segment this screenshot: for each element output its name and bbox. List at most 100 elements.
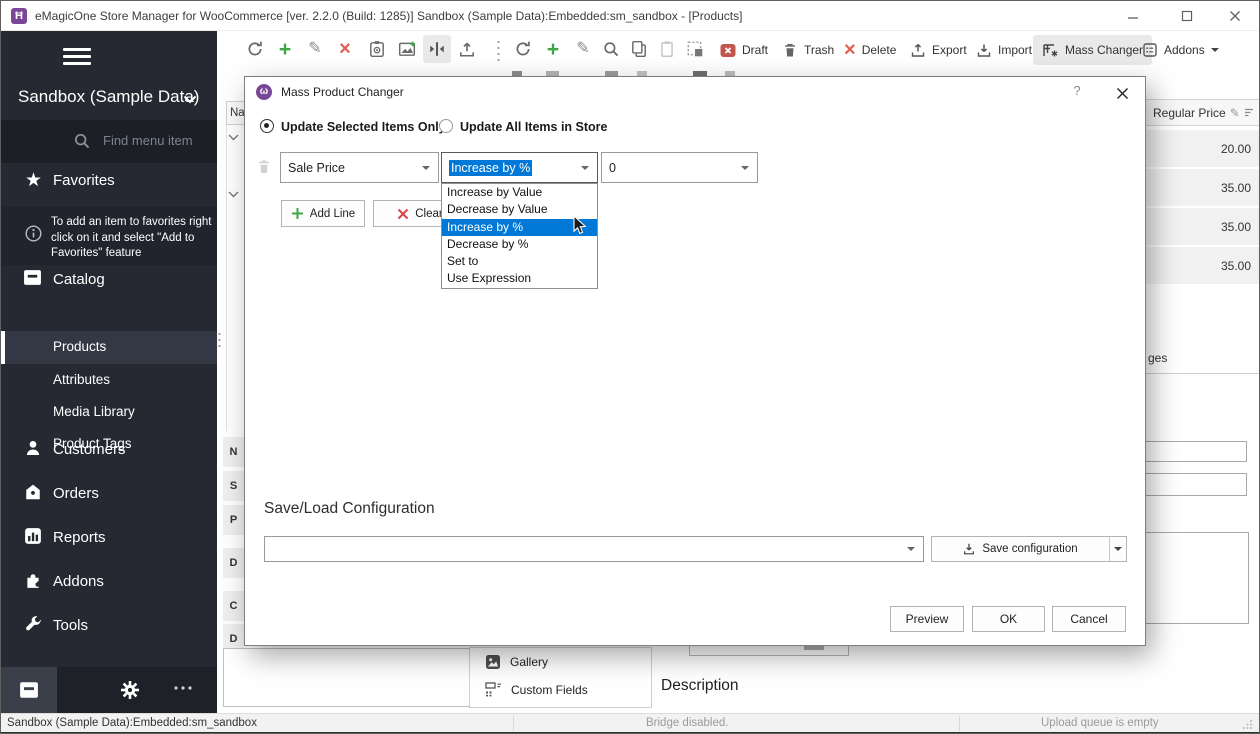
maximize-button[interactable] <box>1167 1 1207 31</box>
paste-button[interactable] <box>653 35 681 63</box>
add-line-button[interactable]: Add Line <box>281 200 365 227</box>
save-download-icon <box>962 542 976 556</box>
chevron-down-icon <box>183 95 197 104</box>
gallery-icon <box>485 654 501 670</box>
export-label: Export <box>932 43 967 57</box>
upload-button[interactable] <box>453 35 481 63</box>
add-button[interactable]: + <box>271 35 299 63</box>
catalog-mode-button[interactable] <box>1 667 57 713</box>
toolbar-separator <box>497 39 500 63</box>
sidebar-item-attributes[interactable]: Attributes <box>1 364 217 396</box>
refresh-button-2[interactable] <box>509 35 537 63</box>
chevron-down-icon <box>1114 547 1122 551</box>
import-button[interactable]: Import <box>967 35 1041 65</box>
mass-changer-icon <box>1042 42 1059 58</box>
gallery-item[interactable]: Gallery <box>485 654 548 670</box>
draft-icon <box>720 43 736 58</box>
columns-button[interactable] <box>423 35 451 63</box>
copy-button[interactable] <box>625 35 653 63</box>
dialog-help-button[interactable]: ? <box>1068 83 1086 101</box>
cancel-button[interactable]: Cancel <box>1052 606 1126 632</box>
radio-update-selected[interactable] <box>260 119 274 133</box>
tree-expand-icon[interactable] <box>228 134 239 141</box>
select-region-button[interactable] <box>681 35 709 63</box>
favorites-hint-text: To add an item to favorites right click … <box>51 215 213 262</box>
tools-wrench-icon <box>24 615 42 633</box>
close-button[interactable] <box>1215 1 1255 31</box>
amount-combobox[interactable]: 0 <box>601 152 758 183</box>
sort-icon <box>1244 108 1254 117</box>
dropdown-option[interactable]: Increase by Value <box>442 184 597 201</box>
ok-button[interactable]: OK <box>972 606 1045 632</box>
image-edit-button[interactable] <box>393 35 421 63</box>
gear-icon <box>119 679 141 701</box>
amount-combobox-value: 0 <box>609 161 616 175</box>
status-upload-queue: Upload queue is empty <box>1041 714 1159 733</box>
edit-button-2[interactable]: ✎ <box>569 35 597 63</box>
orders-label: Orders <box>53 485 99 502</box>
preview-button[interactable]: Preview <box>890 606 964 632</box>
refresh-button[interactable] <box>241 35 269 63</box>
menu-search[interactable]: Find menu item <box>1 120 217 163</box>
table-cell-price: 20.00 <box>1146 130 1260 167</box>
custom-fields-icon <box>485 682 502 697</box>
radio-update-all[interactable] <box>439 119 453 133</box>
delete-button[interactable]: × Delete <box>835 35 905 65</box>
hamburger-icon <box>63 48 91 51</box>
text-field[interactable] <box>1139 473 1247 496</box>
addons-puzzle-icon <box>24 571 42 589</box>
save-configuration-button[interactable]: Save configuration <box>931 536 1127 562</box>
add-button-2[interactable]: + <box>539 35 567 63</box>
trash-button[interactable]: Trash <box>773 35 843 65</box>
dialog-close-button[interactable] <box>1113 84 1131 102</box>
window-title: eMagicOne Store Manager for WooCommerce … <box>35 1 742 31</box>
addons-label: Addons <box>53 573 104 590</box>
customers-label: Customers <box>53 441 126 458</box>
delete-label: Delete <box>862 43 897 57</box>
configuration-combobox[interactable] <box>264 536 924 562</box>
products-label: Products <box>53 339 106 354</box>
clipped-fragment <box>804 646 824 650</box>
search-button[interactable] <box>597 35 625 63</box>
save-configuration-split-arrow[interactable] <box>1109 537 1126 561</box>
empty-panel <box>223 648 479 707</box>
regular-price-column-header[interactable]: Regular Price ✎ <box>1146 99 1260 126</box>
import-label: Import <box>998 43 1032 57</box>
sidebar-item-media-library[interactable]: Media Library <box>1 396 217 428</box>
hamburger-menu-button[interactable] <box>63 44 91 69</box>
dialog-title: Mass Product Changer <box>281 77 404 107</box>
edit-button[interactable]: ✎ <box>301 35 329 63</box>
resize-grip-icon[interactable] <box>1243 719 1253 729</box>
minimize-button[interactable] <box>1113 1 1153 31</box>
splitter-handle[interactable] <box>218 331 221 351</box>
tab-label-partial[interactable]: ges <box>1148 351 1167 365</box>
title-bar: Ħ eMagicOne Store Manager for WooCommerc… <box>1 1 1259 31</box>
paste-icon <box>658 40 676 58</box>
dropdown-option[interactable]: Decrease by % <box>442 236 597 253</box>
more-options-button[interactable] <box>173 685 193 691</box>
delete-row-button[interactable]: × <box>331 35 359 63</box>
chevron-down-icon <box>1211 48 1219 52</box>
draft-button[interactable]: Draft <box>711 35 777 65</box>
table-row: S <box>223 471 244 501</box>
custom-fields-item[interactable]: Custom Fields <box>485 682 588 697</box>
operation-combobox[interactable]: Increase by % <box>441 152 598 183</box>
catalog-label: Catalog <box>53 271 105 288</box>
preview-clipboard-button[interactable] <box>363 35 391 63</box>
settings-button[interactable] <box>119 679 141 701</box>
textarea-field[interactable] <box>1139 532 1249 624</box>
sidebar-item-products[interactable]: Products <box>1 331 217 364</box>
text-field[interactable] <box>1139 441 1247 462</box>
dropdown-option[interactable]: Set to <box>442 253 597 270</box>
field-combobox[interactable]: Sale Price <box>280 152 439 183</box>
status-bar: Sandbox (Sample Data):Embedded:sm_sandbo… <box>1 713 1259 732</box>
tree-expand-icon[interactable] <box>228 191 239 198</box>
addons-button[interactable]: Addons <box>1133 35 1228 65</box>
dropdown-option[interactable]: Use Expression <box>442 270 597 287</box>
copy-icon <box>630 40 648 58</box>
search-icon <box>73 132 91 150</box>
split-columns-icon <box>428 40 446 58</box>
export-button[interactable]: Export <box>901 35 976 65</box>
clipboard-eye-icon <box>368 40 386 58</box>
app-icon: Ħ <box>11 8 27 24</box>
